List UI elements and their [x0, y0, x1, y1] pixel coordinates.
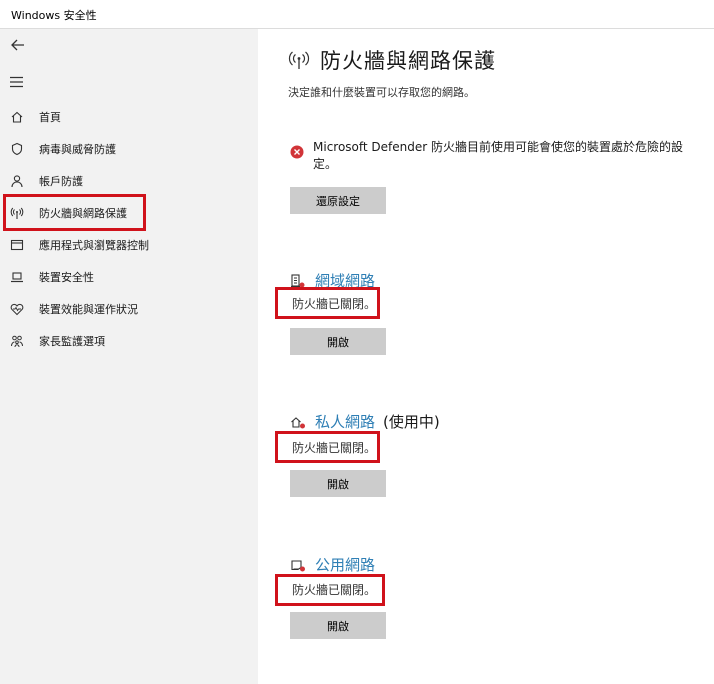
sidebar-item-firewall[interactable]: 防火牆與網路保護: [0, 197, 258, 229]
antenna-icon: [9, 205, 25, 221]
main-content: 防火牆與網路保護 決定誰和什麼裝置可以存取您的網路。 Microsoft Def…: [258, 29, 714, 684]
page-title-text: 防火牆與網路保護: [320, 49, 496, 73]
sidebar-item-label: 帳戶防護: [39, 175, 83, 188]
sidebar-item-device-security[interactable]: 裝置安全性: [0, 261, 258, 293]
home-icon: [9, 109, 25, 125]
active-network-label: (使用中): [383, 413, 440, 431]
sidebar-item-label: 家長監護選項: [39, 335, 105, 348]
page-subtitle: 決定誰和什麼裝置可以存取您的網路。: [288, 86, 475, 99]
sidebar: 首頁 病毒與威脅防護 帳戶防護 防火牆與網路保護 應用程式與瀏覽器控制 裝置安全…: [0, 29, 258, 684]
sidebar-item-app-browser-control[interactable]: 應用程式與瀏覽器控制: [0, 229, 258, 261]
public-network-link[interactable]: 公用網路: [315, 554, 375, 575]
public-network-turn-on-button[interactable]: 開啟: [290, 612, 386, 639]
home-network-icon: [290, 414, 306, 430]
private-network-link[interactable]: 私人網路: [315, 411, 375, 432]
heart-pulse-icon: [9, 301, 25, 317]
sidebar-item-label: 裝置效能與運作狀況: [39, 303, 138, 316]
sidebar-item-label: 病毒與威脅防護: [39, 143, 116, 156]
private-network-header: 私人網路 (使用中): [290, 411, 440, 432]
back-arrow-icon[interactable]: [8, 35, 28, 55]
hamburger-menu-icon[interactable]: [9, 73, 25, 88]
antenna-icon: [288, 49, 310, 71]
window-title: Windows 安全性: [11, 9, 97, 22]
sidebar-item-home[interactable]: 首頁: [0, 101, 258, 133]
shield-icon: [9, 141, 25, 157]
laptop-icon: [9, 269, 25, 285]
family-icon: [9, 333, 25, 349]
private-network-status: 防火牆已關閉。: [292, 441, 377, 455]
error-circle-icon: [290, 144, 304, 159]
browser-window-icon: [9, 237, 25, 253]
sidebar-item-label: 裝置安全性: [39, 271, 94, 284]
domain-network-status: 防火牆已關閉。: [292, 297, 377, 311]
warning-text: Microsoft Defender 防火牆目前使用可能會使您的裝置處於危險的設…: [313, 140, 684, 171]
domain-building-icon: [290, 273, 306, 289]
public-network-icon: [290, 557, 306, 573]
title-bar: Windows 安全性: [0, 0, 714, 29]
restore-settings-button[interactable]: 還原設定: [290, 187, 386, 214]
private-network-turn-on-button[interactable]: 開啟: [290, 470, 386, 497]
sidebar-item-virus-protection[interactable]: 病毒與威脅防護: [0, 133, 258, 165]
sidebar-item-label: 防火牆與網路保護: [39, 207, 127, 220]
sidebar-item-account-protection[interactable]: 帳戶防護: [0, 165, 258, 197]
person-icon: [9, 173, 25, 189]
public-network-status: 防火牆已關閉。: [292, 583, 377, 597]
sidebar-item-family-options[interactable]: 家長監護選項: [0, 325, 258, 357]
domain-network-turn-on-button[interactable]: 開啟: [290, 328, 386, 355]
sidebar-item-label: 應用程式與瀏覽器控制: [39, 239, 149, 252]
sidebar-item-device-performance[interactable]: 裝置效能與運作狀況: [0, 293, 258, 325]
public-network-header: 公用網路: [290, 554, 383, 575]
page-title: 防火牆與網路保護: [288, 45, 496, 75]
domain-network-link[interactable]: 網域網路: [315, 270, 375, 291]
domain-network-header: 網域網路: [290, 270, 383, 291]
sidebar-item-label: 首頁: [39, 111, 61, 124]
